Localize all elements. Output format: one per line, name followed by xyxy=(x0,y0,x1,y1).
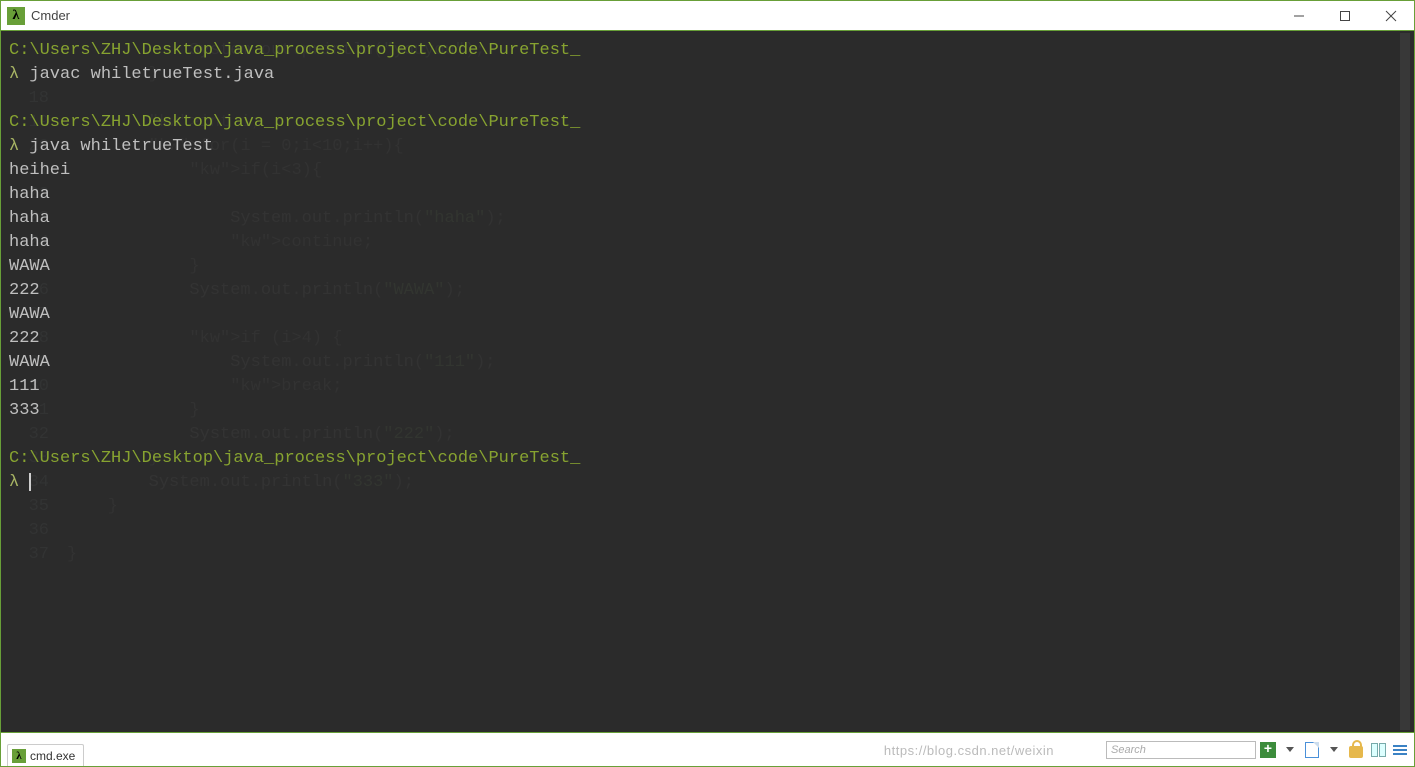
lambda-prompt: λ xyxy=(9,473,19,492)
lock-button[interactable] xyxy=(1346,740,1366,760)
lambda-prompt: λ xyxy=(9,65,19,84)
attach-dropdown[interactable] xyxy=(1324,740,1344,760)
prompt-line: C:\Users\ZHJ\Desktop\java_process\projec… xyxy=(9,449,580,468)
status-bar: λ cmd.exe https://blog.csdn.net/weixin S… xyxy=(0,733,1415,767)
watermark-text: https://blog.csdn.net/weixin xyxy=(884,743,1054,758)
close-icon xyxy=(1385,10,1397,22)
titlebar[interactable]: λ Cmder xyxy=(0,0,1415,30)
new-console-dropdown[interactable] xyxy=(1280,740,1300,760)
menu-button[interactable] xyxy=(1390,740,1410,760)
terminal-area[interactable]: System.out.println("youyou"); } 18 19 "k… xyxy=(0,30,1415,733)
tab-label: cmd.exe xyxy=(30,749,75,763)
tab-icon: λ xyxy=(12,749,26,763)
console-tab[interactable]: λ cmd.exe xyxy=(7,744,84,766)
new-console-button[interactable]: + xyxy=(1258,740,1278,760)
prompt-line: C:\Users\ZHJ\Desktop\java_process\projec… xyxy=(9,113,580,132)
scrollbar-thumb[interactable] xyxy=(1400,33,1410,730)
lock-icon xyxy=(1349,746,1363,758)
chevron-down-icon xyxy=(1330,747,1338,752)
close-button[interactable] xyxy=(1368,1,1414,30)
document-icon xyxy=(1305,742,1319,758)
command-text: javac whiletrueTest.java xyxy=(29,65,274,84)
plus-icon: + xyxy=(1260,742,1276,758)
statusbar-right-controls: Search + xyxy=(1106,733,1414,766)
vertical-scrollbar[interactable] xyxy=(1398,33,1412,730)
app-window: λ Cmder System.out.println("youyou"); } … xyxy=(0,0,1415,767)
window-controls xyxy=(1276,1,1414,30)
app-icon: λ xyxy=(7,7,25,25)
minimize-icon xyxy=(1293,10,1305,22)
split-icon xyxy=(1371,743,1386,757)
text-cursor xyxy=(29,473,31,491)
attach-button[interactable] xyxy=(1302,740,1322,760)
terminal-output[interactable]: C:\Users\ZHJ\Desktop\java_process\projec… xyxy=(1,31,1414,732)
maximize-icon xyxy=(1339,10,1351,22)
lambda-prompt: λ xyxy=(9,137,19,156)
titlebar-left: λ Cmder xyxy=(7,7,70,25)
chevron-down-icon xyxy=(1286,747,1294,752)
prompt-line: C:\Users\ZHJ\Desktop\java_process\projec… xyxy=(9,41,580,60)
tab-icon-glyph: λ xyxy=(16,750,21,762)
minimize-button[interactable] xyxy=(1276,1,1322,30)
search-placeholder: Search xyxy=(1111,744,1146,756)
split-button[interactable] xyxy=(1368,740,1388,760)
search-input[interactable]: Search xyxy=(1106,741,1256,759)
program-output-block: heihei haha haha haha WAWA 222 WAWA 222 … xyxy=(9,161,70,420)
hamburger-icon xyxy=(1393,745,1407,755)
maximize-button[interactable] xyxy=(1322,1,1368,30)
app-icon-glyph: λ xyxy=(13,8,20,24)
window-title: Cmder xyxy=(31,8,70,23)
command-text: java whiletrueTest xyxy=(29,137,213,156)
